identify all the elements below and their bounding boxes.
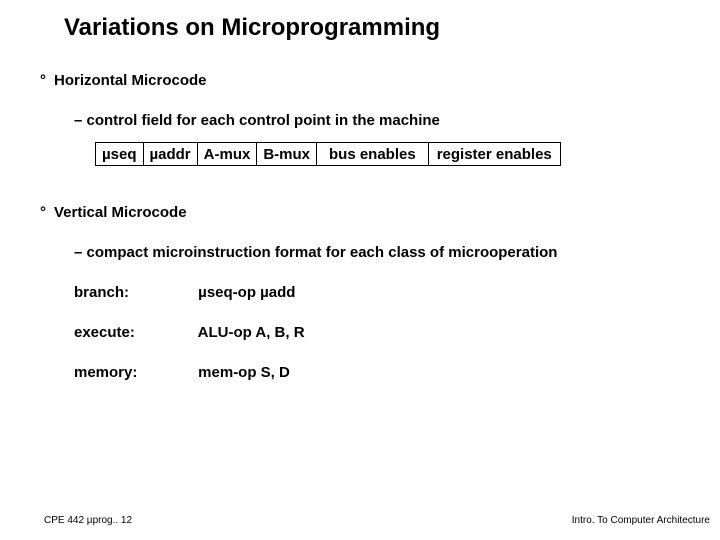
- row-memory: memory: mem-op S, D: [74, 364, 290, 381]
- bullet-horizontal: °Horizontal Microcode: [40, 72, 207, 89]
- bullet-vertical: °Vertical Microcode: [40, 204, 187, 221]
- value-branch: µseq-op µadd: [198, 284, 295, 301]
- sub-vertical: – compact microinstruction format for ea…: [74, 244, 557, 261]
- footer-right: Intro. To Computer Architecture: [572, 515, 710, 526]
- cell-uaddr: µaddr: [143, 142, 197, 166]
- sub-horizontal: – control field for each control point i…: [74, 112, 440, 129]
- value-execute: ALU-op A, B, R: [198, 324, 305, 341]
- bullet-degree-icon: °: [40, 204, 54, 221]
- heading-vertical: Vertical Microcode: [54, 204, 187, 221]
- cell-useq: µseq: [95, 142, 143, 166]
- bullet-degree-icon: °: [40, 72, 54, 89]
- slide-title: Variations on Microprogramming: [64, 14, 440, 42]
- label-branch: branch:: [74, 284, 194, 301]
- heading-horizontal: Horizontal Microcode: [54, 72, 207, 89]
- row-execute: execute: ALU-op A, B, R: [74, 324, 305, 341]
- cell-amux: A-mux: [197, 142, 257, 166]
- cell-bmux: B-mux: [256, 142, 316, 166]
- label-execute: execute:: [74, 324, 194, 341]
- slide: Variations on Microprogramming °Horizont…: [0, 0, 720, 540]
- microcode-field-row: µseq µaddr A-mux B-mux bus enables regis…: [95, 142, 561, 166]
- label-memory: memory:: [74, 364, 194, 381]
- cell-bus-enables: bus enables: [316, 142, 428, 166]
- value-memory: mem-op S, D: [198, 364, 290, 381]
- cell-register-enables: register enables: [428, 142, 561, 166]
- row-branch: branch: µseq-op µadd: [74, 284, 295, 301]
- footer-left: CPE 442 µprog.. 12: [44, 515, 132, 526]
